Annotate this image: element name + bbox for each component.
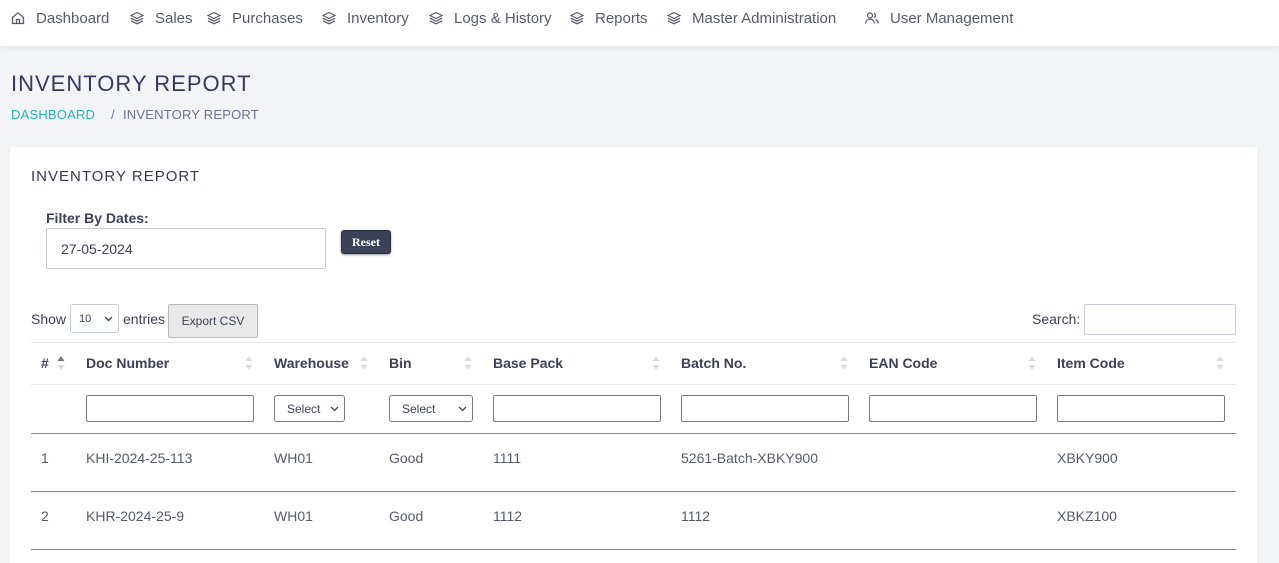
ean-code-filter-input[interactable] bbox=[869, 395, 1037, 422]
row-divider bbox=[31, 491, 1236, 492]
layers-icon bbox=[322, 11, 336, 25]
cell-warehouse: WH01 bbox=[274, 450, 313, 466]
column-header-bin[interactable]: Bin bbox=[389, 355, 412, 371]
home-icon bbox=[11, 11, 25, 25]
cell-item-code: XBKZ100 bbox=[1057, 508, 1117, 524]
sort-icon[interactable] bbox=[1028, 354, 1036, 372]
top-navbar: Dashboard Sales Purchases Inventory Logs… bbox=[0, 0, 1279, 46]
chevron-down-icon bbox=[330, 406, 339, 411]
base-pack-filter-input[interactable] bbox=[493, 395, 661, 422]
column-header-batch-no[interactable]: Batch No. bbox=[681, 355, 746, 371]
sort-icon[interactable] bbox=[360, 354, 368, 372]
column-header-base-pack[interactable]: Base Pack bbox=[493, 355, 563, 371]
nav-logs-history[interactable]: Logs & History bbox=[429, 0, 552, 36]
show-label: Show bbox=[31, 311, 67, 327]
date-filter-input[interactable] bbox=[46, 228, 326, 269]
cell-warehouse: WH01 bbox=[274, 508, 313, 524]
layers-icon bbox=[570, 11, 584, 25]
nav-label: Logs & History bbox=[454, 9, 552, 27]
nav-label: Purchases bbox=[232, 9, 303, 27]
nav-user-management[interactable]: User Management bbox=[865, 0, 1013, 36]
users-icon bbox=[865, 12, 879, 24]
search-input[interactable] bbox=[1084, 304, 1236, 335]
column-header-doc-number[interactable]: Doc Number bbox=[86, 355, 169, 371]
cell-base-pack: 1111 bbox=[493, 450, 522, 466]
doc-number-filter-input[interactable] bbox=[86, 395, 254, 422]
cell-base-pack: 1112 bbox=[493, 508, 523, 524]
cell-doc-number: KHR-2024-25-9 bbox=[86, 508, 185, 524]
card-title: INVENTORY REPORT bbox=[31, 168, 201, 185]
nav-purchases[interactable]: Purchases bbox=[207, 0, 303, 36]
cell-num: 1 bbox=[41, 450, 49, 466]
filter-by-dates-label: Filter By Dates: bbox=[46, 210, 149, 226]
batch-no-filter-input[interactable] bbox=[681, 395, 849, 422]
reset-button[interactable]: Reset bbox=[341, 230, 391, 254]
nav-inventory[interactable]: Inventory bbox=[322, 0, 409, 36]
column-header-num[interactable]: # bbox=[41, 355, 49, 371]
nav-label: Master Administration bbox=[692, 9, 837, 27]
report-card: INVENTORY REPORT Filter By Dates: Reset … bbox=[10, 147, 1257, 563]
nav-label: Dashboard bbox=[36, 9, 110, 27]
layers-icon bbox=[130, 11, 144, 25]
layers-icon bbox=[207, 11, 221, 25]
page-length-value: 10 bbox=[79, 312, 92, 325]
sort-icon[interactable] bbox=[464, 354, 472, 372]
cell-bin: Good bbox=[389, 450, 424, 466]
page-length-select[interactable]: 10 bbox=[70, 304, 119, 333]
table-top-border bbox=[31, 342, 1236, 343]
chevron-down-icon bbox=[104, 316, 113, 321]
nav-sales[interactable]: Sales bbox=[130, 0, 193, 36]
nav-dashboard[interactable]: Dashboard bbox=[11, 0, 109, 36]
sort-asc-icon[interactable] bbox=[57, 354, 65, 372]
layers-icon bbox=[429, 11, 443, 25]
item-code-filter-input[interactable] bbox=[1057, 395, 1225, 422]
warehouse-filter-value: Select bbox=[287, 401, 321, 416]
cell-bin: Good bbox=[389, 508, 424, 524]
breadcrumb-separator: / bbox=[111, 107, 115, 122]
column-header-item-code[interactable]: Item Code bbox=[1057, 355, 1125, 371]
bin-filter-value: Select bbox=[402, 401, 436, 416]
sort-icon[interactable] bbox=[245, 354, 253, 372]
cell-num: 2 bbox=[41, 508, 49, 524]
sort-icon[interactable] bbox=[840, 354, 848, 372]
search-label: Search: bbox=[1032, 311, 1081, 327]
cell-item-code: XBKY900 bbox=[1057, 450, 1118, 466]
nav-label: Sales bbox=[155, 9, 193, 27]
nav-reports[interactable]: Reports bbox=[570, 0, 648, 36]
warehouse-filter-select[interactable]: Select bbox=[274, 395, 345, 422]
column-header-warehouse[interactable]: Warehouse bbox=[274, 355, 349, 371]
entries-label: entries bbox=[123, 311, 166, 327]
nav-label: Reports bbox=[595, 9, 648, 27]
nav-label: User Management bbox=[890, 9, 1014, 27]
bin-filter-select[interactable]: Select bbox=[389, 395, 473, 422]
breadcrumb-dashboard-link[interactable]: DASHBOARD bbox=[11, 107, 95, 122]
column-header-ean-code[interactable]: EAN Code bbox=[869, 355, 937, 371]
breadcrumb-current: INVENTORY REPORT bbox=[123, 107, 259, 122]
export-csv-button[interactable]: Export CSV bbox=[168, 304, 258, 338]
header-divider bbox=[31, 384, 1236, 385]
filter-row-divider bbox=[31, 433, 1236, 434]
sort-icon[interactable] bbox=[1216, 354, 1224, 372]
chevron-down-icon bbox=[458, 406, 467, 411]
layers-icon bbox=[667, 11, 681, 25]
nav-label: Inventory bbox=[347, 9, 409, 27]
nav-master-administration[interactable]: Master Administration bbox=[667, 0, 836, 36]
cell-batch-no: 5261-Batch-XBKY900 bbox=[681, 450, 818, 466]
cell-batch-no: 1112 bbox=[681, 508, 711, 524]
row-divider bbox=[31, 549, 1236, 550]
sort-icon[interactable] bbox=[652, 354, 660, 372]
cell-doc-number: KHI-2024-25-113 bbox=[86, 450, 193, 466]
page-title: INVENTORY REPORT bbox=[11, 71, 252, 96]
